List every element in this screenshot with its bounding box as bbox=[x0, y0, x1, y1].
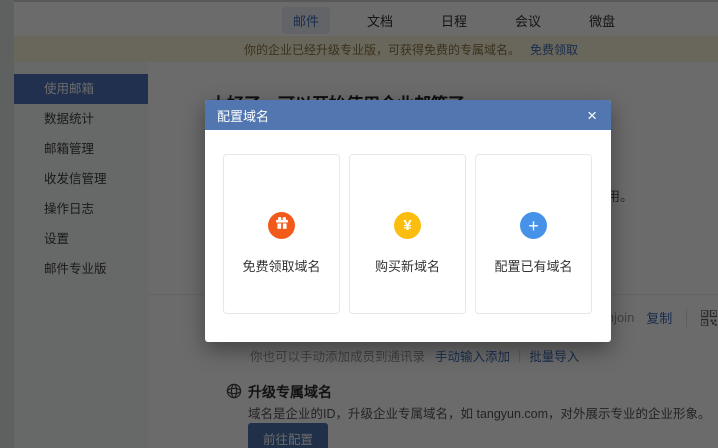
domain-card-label: 配置已有域名 bbox=[494, 256, 572, 275]
card-configure-existing-domain[interactable]: + 配置已有域名 bbox=[475, 154, 592, 314]
close-icon[interactable]: × bbox=[585, 107, 599, 124]
card-buy-new-domain[interactable]: ¥ 购买新域名 bbox=[349, 154, 466, 314]
card-free-domain[interactable]: 免费领取域名 bbox=[223, 154, 340, 314]
modal-title: 配置域名 bbox=[217, 106, 585, 125]
modal-header: 配置域名 × bbox=[205, 100, 611, 130]
yen-icon: ¥ bbox=[403, 218, 411, 233]
domain-card-label: 购买新域名 bbox=[375, 256, 440, 275]
modal-body: 免费领取域名 ¥ 购买新域名 + 配置已有域名 bbox=[205, 130, 611, 342]
domain-card-label: 免费领取域名 bbox=[242, 256, 320, 275]
gift-icon bbox=[275, 216, 289, 235]
plus-icon: + bbox=[528, 217, 539, 235]
configure-domain-modal: 配置域名 × bbox=[205, 100, 611, 342]
admin-console-page: 邮件文档日程会议微盘 你的企业已经升级专业版，可获得免费的专属域名。 免费领取 … bbox=[0, 0, 718, 448]
